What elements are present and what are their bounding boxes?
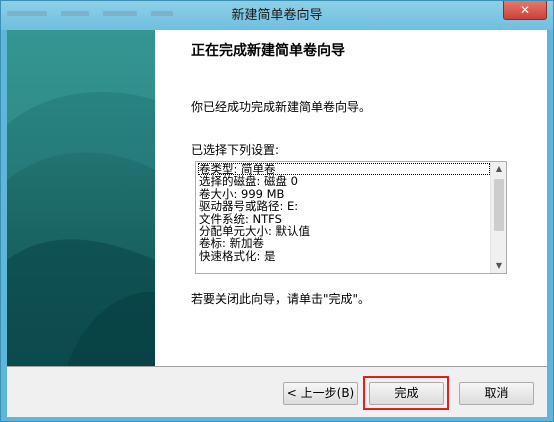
settings-lines: 卷类型: 简单卷 选择的磁盘: 磁盘 0 卷大小: 999 MB 驱动器号或路径… <box>198 163 490 262</box>
page-title: 正在完成新建简单卷向导 <box>191 43 345 59</box>
back-button[interactable]: < 上一步(B) <box>283 382 358 405</box>
close-button[interactable]: ✕ <box>503 1 547 20</box>
vertical-scrollbar[interactable]: ▲ ▼ <box>490 162 506 273</box>
footer-divider <box>7 366 547 367</box>
finish-highlight-box <box>363 376 449 410</box>
title-bar[interactable]: 新建简单卷向导 ✕ <box>1 1 553 30</box>
scroll-thumb[interactable] <box>494 179 504 231</box>
settings-line[interactable]: 快速格式化: 是 <box>198 249 490 262</box>
settings-line[interactable]: 驱动器号或路径: E: <box>198 200 490 213</box>
intro-text: 你已经成功完成新建简单卷向导。 <box>191 100 372 114</box>
window-title: 新建简单卷向导 <box>231 8 323 23</box>
settings-list-label: 已选择下列设置: <box>191 143 280 157</box>
settings-line[interactable]: 选择的磁盘: 磁盘 0 <box>198 175 490 188</box>
scroll-down-icon[interactable]: ▼ <box>491 259 506 273</box>
cancel-button[interactable]: 取消 <box>459 382 534 405</box>
wizard-client-area: 正在完成新建简单卷向导 你已经成功完成新建简单卷向导。 已选择下列设置: 卷类型… <box>7 30 547 417</box>
scroll-up-icon[interactable]: ▲ <box>491 162 506 176</box>
wizard-window: 新建简单卷向导 ✕ 正在完成新建简单卷向导 你已经成功完成新建简单卷向导。 已选… <box>0 0 554 422</box>
wizard-side-banner <box>7 30 155 366</box>
settings-listbox[interactable]: 卷类型: 简单卷 选择的磁盘: 磁盘 0 卷大小: 999 MB 驱动器号或路径… <box>195 161 507 274</box>
settings-line[interactable]: 卷标: 新加卷 <box>198 237 490 250</box>
wizard-content-panel: 正在完成新建简单卷向导 你已经成功完成新建简单卷向导。 已选择下列设置: 卷类型… <box>155 30 547 366</box>
close-icon: ✕ <box>519 3 531 17</box>
closing-instruction: 若要关闭此向导，请单击"完成"。 <box>191 292 371 306</box>
banner-graphic <box>7 30 155 366</box>
